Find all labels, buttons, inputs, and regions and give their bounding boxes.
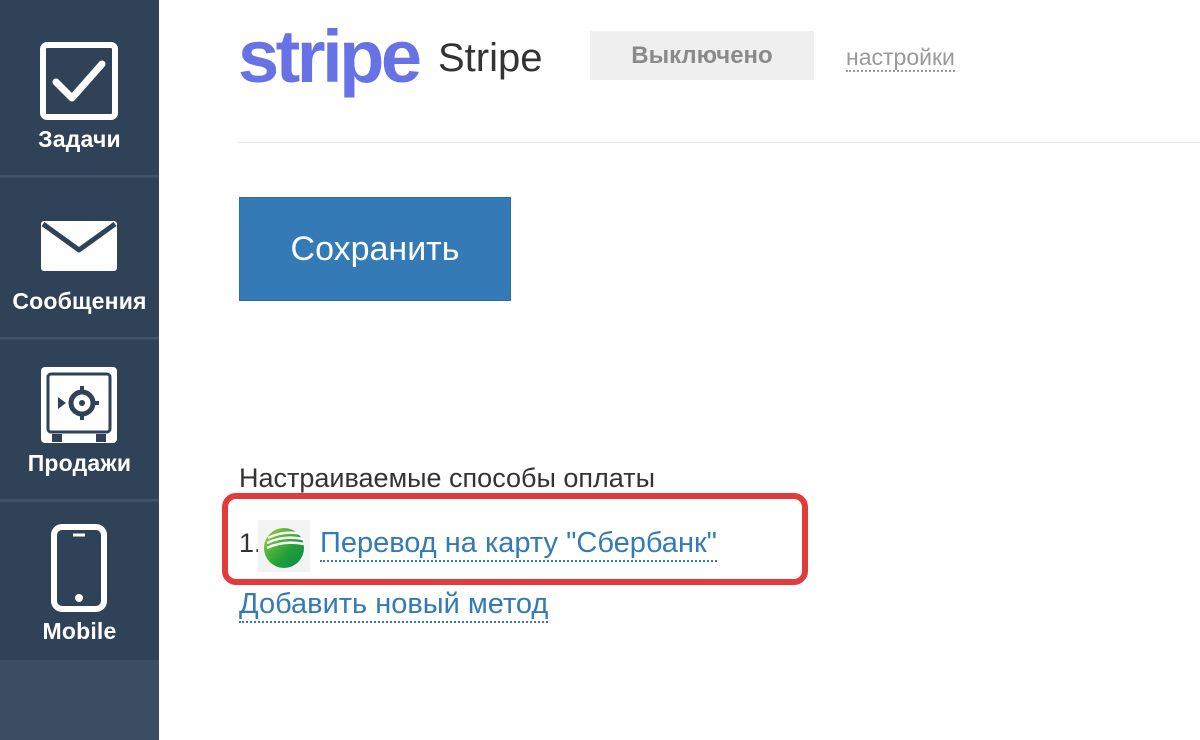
- divider: [238, 142, 1200, 143]
- sidebar-item-label: Продажи: [27, 450, 132, 476]
- sberbank-icon: [258, 520, 310, 572]
- sidebar-item-label: Сообщения: [12, 288, 147, 314]
- add-method-link[interactable]: Добавить новый метод: [239, 587, 549, 623]
- payment-methods-title: Настраиваемые способы оплаты: [239, 463, 655, 493]
- stripe-logo: stripe: [238, 15, 422, 98]
- provider-name: Stripe: [438, 36, 543, 80]
- envelope-icon: [40, 220, 118, 277]
- sidebar-item-mobile[interactable]: Mobile: [0, 502, 159, 660]
- payment-method-link[interactable]: Перевод на карту "Сбербанк": [320, 526, 717, 562]
- smartphone-icon: [51, 524, 107, 617]
- sidebar-item-tasks[interactable]: Задачи: [0, 0, 159, 177]
- save-button[interactable]: Сохранить: [239, 197, 511, 301]
- status-badge: Выключено: [590, 31, 814, 80]
- sidebar-item-label: Задачи: [38, 126, 121, 152]
- sidebar-item-sales[interactable]: Продажи: [0, 340, 159, 501]
- sidebar: Задачи Сообщения Продажи Mobile: [0, 0, 159, 740]
- app-window: Задачи Сообщения Продажи Mobile stripe S…: [0, 0, 1200, 740]
- sidebar-item-messages[interactable]: Сообщения: [0, 178, 159, 339]
- sidebar-item-label: Mobile: [42, 618, 117, 644]
- settings-link[interactable]: настройки: [846, 44, 955, 72]
- safe-icon: [40, 366, 118, 449]
- checkbox-icon: [40, 42, 118, 125]
